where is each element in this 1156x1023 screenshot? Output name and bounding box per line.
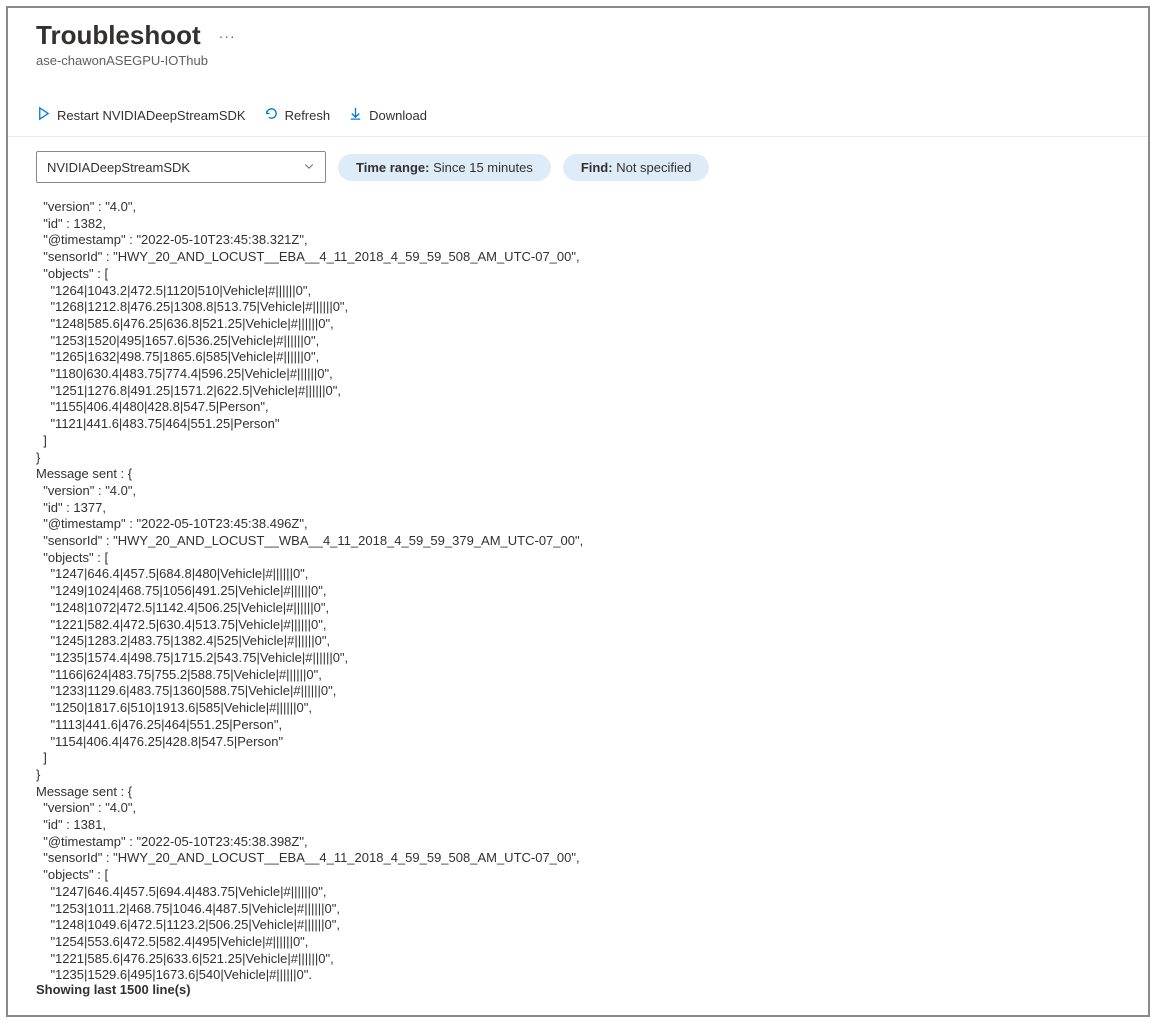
restart-label: Restart NVIDIADeepStreamSDK bbox=[57, 108, 246, 123]
page-title: Troubleshoot bbox=[36, 20, 201, 51]
time-range-label: Time range: bbox=[356, 160, 429, 175]
filter-row: NVIDIADeepStreamSDK Time range: Since 15… bbox=[8, 137, 1148, 193]
play-icon bbox=[36, 106, 51, 124]
download-button[interactable]: Download bbox=[348, 102, 427, 128]
find-value: Not specified bbox=[616, 160, 691, 175]
page-subtitle: ase-chawonASEGPU-IOThub bbox=[36, 53, 1120, 68]
refresh-icon bbox=[264, 106, 279, 124]
more-actions-button[interactable]: ··· bbox=[215, 24, 240, 48]
refresh-button[interactable]: Refresh bbox=[264, 102, 331, 128]
restart-button[interactable]: Restart NVIDIADeepStreamSDK bbox=[36, 102, 246, 128]
download-icon bbox=[348, 106, 363, 124]
action-toolbar: Restart NVIDIADeepStreamSDK Refresh Down… bbox=[8, 72, 1148, 137]
page-header: Troubleshoot ··· ase-chawonASEGPU-IOThub bbox=[8, 8, 1148, 72]
status-footer: Showing last 1500 line(s) bbox=[8, 972, 219, 1001]
time-range-filter[interactable]: Time range: Since 15 minutes bbox=[338, 154, 551, 181]
download-label: Download bbox=[369, 108, 427, 123]
find-label: Find: bbox=[581, 160, 613, 175]
module-dropdown[interactable]: NVIDIADeepStreamSDK bbox=[36, 151, 326, 183]
refresh-label: Refresh bbox=[285, 108, 331, 123]
chevron-down-icon bbox=[303, 160, 315, 175]
time-range-value: Since 15 minutes bbox=[433, 160, 533, 175]
log-output: "version" : "4.0", "id" : 1382, "@timest… bbox=[8, 193, 1148, 984]
dropdown-value: NVIDIADeepStreamSDK bbox=[47, 160, 190, 175]
find-filter[interactable]: Find: Not specified bbox=[563, 154, 710, 181]
